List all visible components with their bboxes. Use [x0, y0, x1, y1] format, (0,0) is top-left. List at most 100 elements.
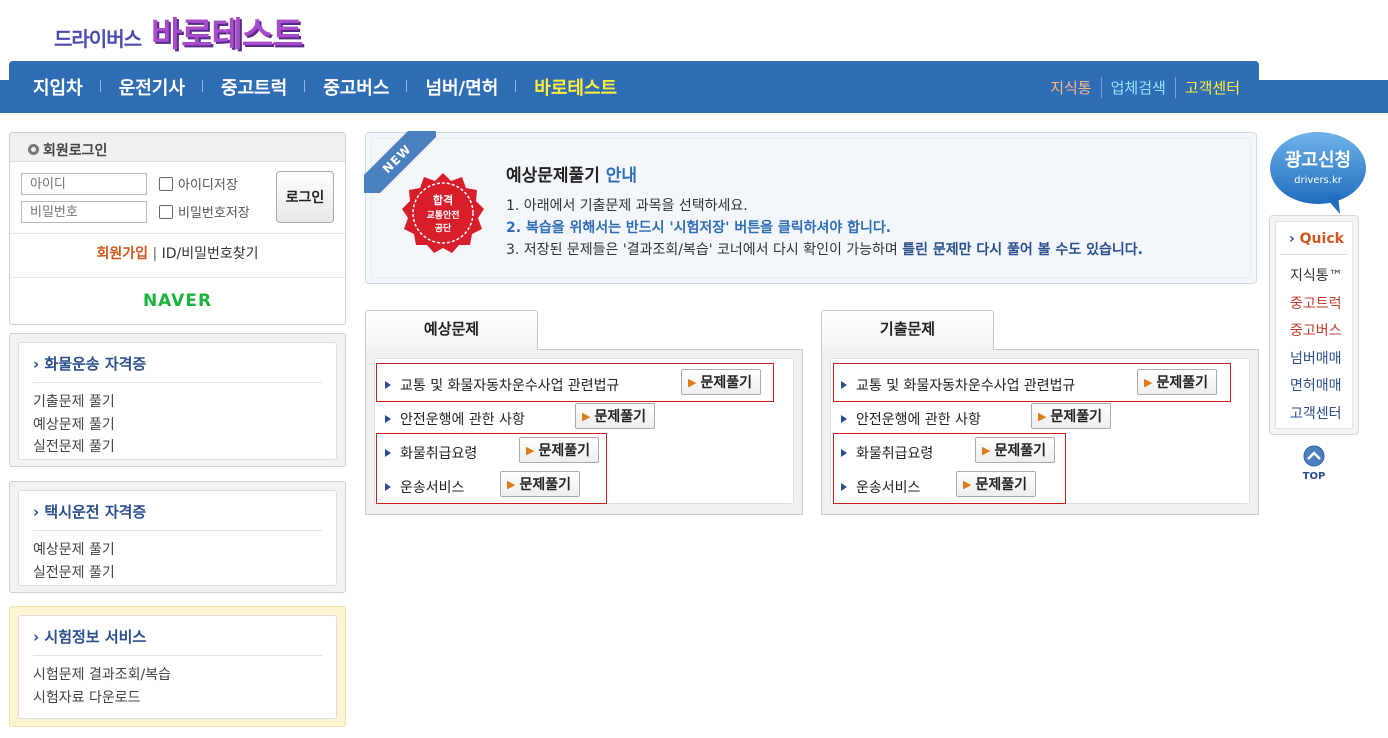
nav-item-driver[interactable]: 운전기사	[119, 74, 204, 100]
logo-big-text: 바로테스트	[151, 15, 303, 55]
subject-row: 교통 및 화물자동차운수사업 관련법규	[385, 375, 619, 395]
arrow-icon: ▶	[688, 375, 697, 389]
section-title: 화물운송 자격증	[33, 353, 322, 383]
nav-item-used-truck[interactable]: 중고트럭	[221, 74, 306, 100]
nav-item-used-bus[interactable]: 중고버스	[323, 74, 408, 100]
quick-item-used-truck[interactable]: 중고트럭	[1276, 291, 1352, 319]
login-box: 회원로그인 아이디저장 비밀번호저장 로그인 회원가입 | ID/비밀번호찾기 …	[9, 132, 346, 325]
triangle-icon	[385, 415, 391, 423]
arrow-icon: ▶	[982, 443, 991, 457]
subject-row: 운송서비스	[841, 477, 920, 497]
section-link[interactable]: 예상문제 풀기	[33, 539, 322, 562]
arrow-icon: ▶	[1144, 375, 1153, 389]
exam-info-section: 시험정보 서비스 시험문제 결과조회/복습 시험자료 다운로드	[9, 606, 346, 727]
save-password-label: 비밀번호저장	[178, 206, 250, 221]
subject-row: 화물취급요령	[385, 443, 477, 463]
tab-past-questions[interactable]: 기출문제	[821, 310, 994, 350]
save-password-checkbox[interactable]: 비밀번호저장	[159, 202, 250, 221]
login-links: 회원가입 | ID/비밀번호찾기	[96, 246, 259, 262]
ad-subtitle: drivers.kr	[1294, 175, 1343, 186]
badge-text-2: 교통안전	[426, 209, 459, 221]
section-link[interactable]: 기출문제 풀기	[33, 391, 322, 414]
password-input[interactable]	[21, 201, 147, 223]
quick-title: › Quick	[1280, 222, 1348, 255]
triangle-icon	[385, 381, 391, 389]
section-link[interactable]: 예상문제 풀기	[33, 414, 322, 437]
nav-company-search-link[interactable]: 업체검색	[1100, 77, 1175, 98]
quick-item-license-trade[interactable]: 면허매매	[1276, 373, 1352, 401]
quick-item-customer-center[interactable]: 고객센터	[1276, 401, 1352, 429]
site-logo[interactable]: 드라이버스 바로테스트	[54, 8, 303, 56]
find-account-link[interactable]: ID/비밀번호찾기	[162, 246, 259, 262]
nav-item-number-license[interactable]: 넘버/면허	[425, 74, 517, 100]
triangle-icon	[841, 415, 847, 423]
arrow-icon: ▶	[507, 477, 516, 491]
subject-row: 운송서비스	[385, 477, 464, 497]
solve-button[interactable]: ▶ 문제풀기	[681, 369, 761, 395]
arrow-up-icon	[1303, 445, 1325, 467]
nav-knowledge-link[interactable]: 지식통	[1041, 77, 1100, 98]
subject-row: 교통 및 화물자동차운수사업 관련법규	[841, 375, 1075, 395]
quick-item-number-trade[interactable]: 넘버매매	[1276, 346, 1352, 374]
id-input[interactable]	[21, 173, 147, 195]
login-title: 회원로그인	[43, 142, 108, 159]
login-header: 회원로그인	[10, 133, 345, 162]
quick-item-knowledge[interactable]: 지식통™	[1276, 263, 1352, 291]
checkbox-icon	[159, 204, 173, 219]
nav-customer-center-link[interactable]: 고객센터	[1174, 77, 1249, 98]
solve-button[interactable]: ▶ 문제풀기	[575, 403, 655, 429]
triangle-icon	[385, 449, 391, 457]
nav-right: 지식통 업체검색 고객센터	[1041, 77, 1249, 98]
top-button[interactable]: TOP	[1299, 445, 1329, 483]
triangle-icon	[385, 483, 391, 491]
ad-title: 광고신청	[1285, 150, 1351, 171]
cargo-license-section: 화물운송 자격증 기출문제 풀기 예상문제 풀기 실전문제 풀기	[9, 333, 346, 467]
notice-line-2: 2. 복습을 위해서는 반드시 '시험저장' 버튼을 클릭하셔야 합니다.	[506, 220, 892, 236]
login-button[interactable]: 로그인	[276, 171, 334, 223]
section-link[interactable]: 시험문제 결과조회/복습	[33, 664, 322, 687]
solve-button[interactable]: ▶ 문제풀기	[956, 471, 1036, 497]
section-link[interactable]: 실전문제 풀기	[33, 562, 322, 585]
save-id-label: 아이디저장	[178, 178, 238, 193]
bullet-icon	[28, 144, 39, 155]
ad-request-icon[interactable]: 광고신청 drivers.kr	[1268, 130, 1368, 216]
logo-small-text: 드라이버스	[54, 27, 142, 51]
section-link[interactable]: 시험자료 다운로드	[33, 687, 322, 710]
join-link[interactable]: 회원가입	[96, 246, 148, 262]
naver-login-link[interactable]: NAVER	[10, 291, 345, 311]
solve-button[interactable]: ▶ 문제풀기	[1031, 403, 1111, 429]
notice-title: 예상문제풀기 안내	[506, 166, 638, 186]
nav-item-jiipcha[interactable]: 지입차	[33, 74, 101, 100]
quick-item-used-bus[interactable]: 중고버스	[1276, 318, 1352, 346]
notice-line-3: 3. 저장된 문제들은 '결과조회/복습' 코너에서 다시 확인이 가능하며 틀…	[506, 242, 1143, 258]
arrow-icon: ▶	[963, 477, 972, 491]
nav-item-barotest[interactable]: 바로테스트	[534, 74, 635, 100]
expected-questions-panel: 예상문제 교통 및 화물자동차운수사업 관련법규 ▶ 문제풀기 안전운행에 관한 …	[365, 310, 803, 515]
solve-button[interactable]: ▶ 문제풀기	[519, 437, 599, 463]
quick-menu: › Quick 지식통™ 중고트럭 중고버스 넘버매매 면허매매 고객센터	[1269, 215, 1359, 435]
past-questions-panel: 기출문제 교통 및 화물자동차운수사업 관련법규 ▶ 문제풀기 안전운행에 관한 …	[821, 310, 1259, 515]
solve-button[interactable]: ▶ 문제풀기	[1137, 369, 1217, 395]
taxi-license-section: 택시운전 자격증 예상문제 풀기 실전문제 풀기	[9, 481, 346, 593]
notice-box: NEW 합격 교통안전 공단 예상문제풀기 안내 1. 아래에서 기출문제 과목…	[364, 131, 1257, 284]
arrow-icon: ▶	[582, 409, 591, 423]
arrow-icon: ▶	[526, 443, 535, 457]
arrow-icon: ▶	[1038, 409, 1047, 423]
triangle-icon	[841, 381, 847, 389]
tab-expected-questions[interactable]: 예상문제	[365, 310, 538, 350]
triangle-icon	[841, 483, 847, 491]
solve-button[interactable]: ▶ 문제풀기	[975, 437, 1055, 463]
top-label: TOP	[1302, 471, 1326, 482]
notice-title-highlight: 안내	[605, 166, 638, 186]
subject-row: 안전운행에 관한 사항	[841, 409, 981, 429]
solve-button[interactable]: ▶ 문제풀기	[500, 471, 580, 497]
badge-text-1: 합격	[433, 193, 453, 207]
save-id-checkbox[interactable]: 아이디저장	[159, 174, 238, 193]
subject-row: 화물취급요령	[841, 443, 933, 463]
triangle-icon	[841, 449, 847, 457]
section-title: 택시운전 자격증	[33, 501, 322, 531]
checkbox-icon	[159, 176, 173, 191]
section-title: 시험정보 서비스	[33, 626, 322, 656]
notice-line-1: 1. 아래에서 기출문제 과목을 선택하세요.	[506, 198, 748, 214]
section-link[interactable]: 실전문제 풀기	[33, 436, 322, 459]
